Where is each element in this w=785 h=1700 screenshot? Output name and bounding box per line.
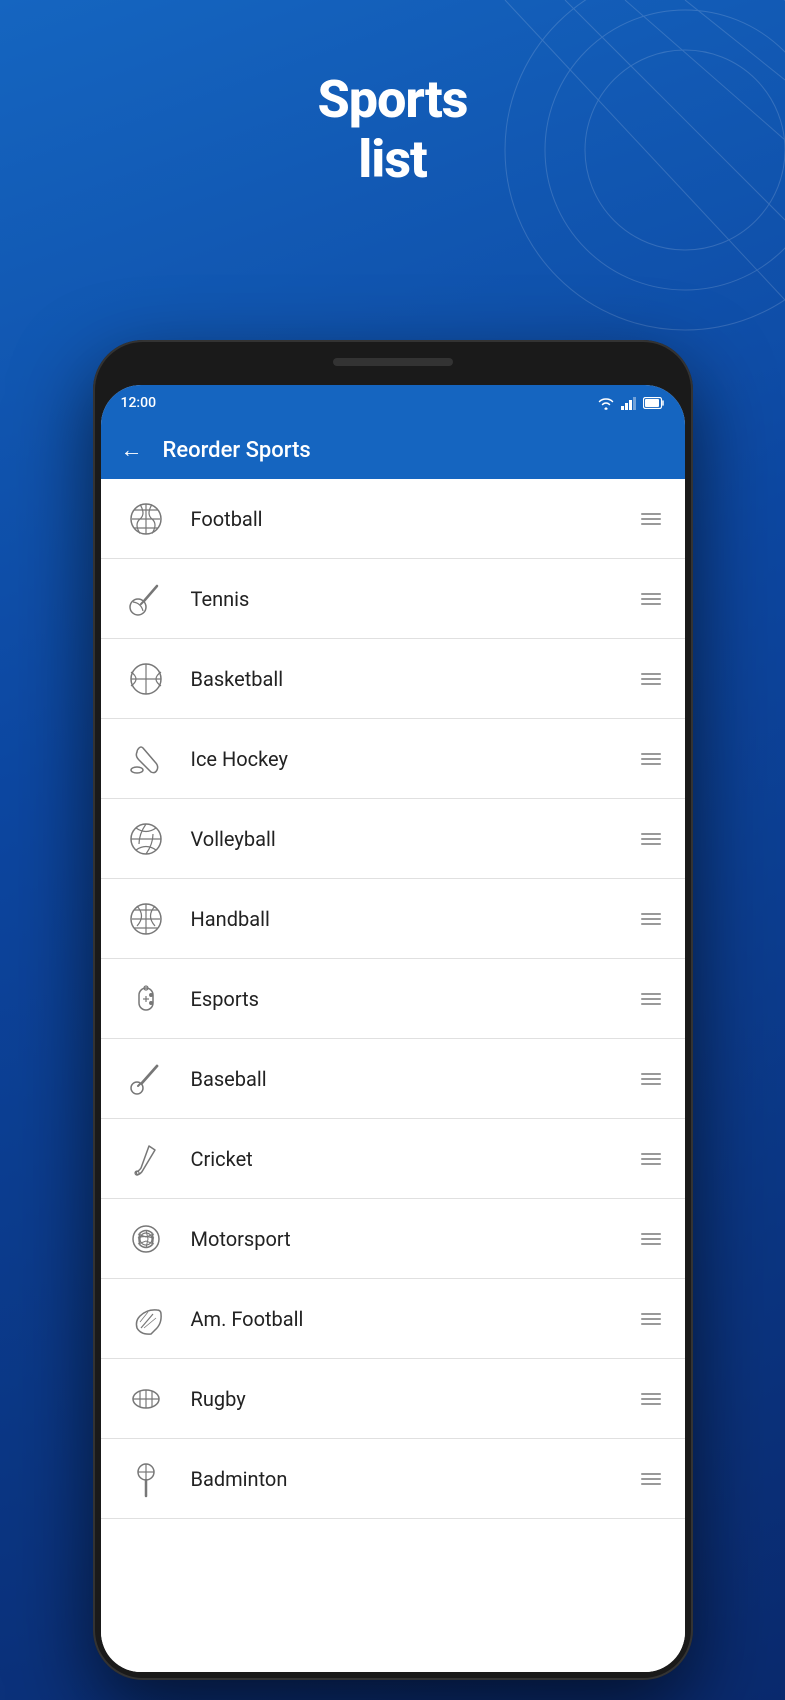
basketball-icon-wrap xyxy=(121,654,171,704)
sport-item-handball[interactable]: Handball xyxy=(101,879,685,959)
ice-hockey-icon-wrap xyxy=(121,734,171,784)
battery-icon xyxy=(643,397,665,409)
cricket-icon xyxy=(127,1140,165,1178)
drag-handle-basketball[interactable] xyxy=(637,669,665,689)
page-title: Sportslist xyxy=(318,70,468,190)
volleyball-icon xyxy=(127,820,165,858)
sport-item-cricket[interactable]: Cricket xyxy=(101,1119,685,1199)
sport-name-volleyball: Volleyball xyxy=(191,827,637,851)
sport-item-esports[interactable]: Esports xyxy=(101,959,685,1039)
drag-handle-volleyball[interactable] xyxy=(637,829,665,849)
sport-name-esports: Esports xyxy=(191,987,637,1011)
sport-name-handball: Handball xyxy=(191,907,637,931)
rugby-icon-wrap xyxy=(121,1374,171,1424)
football-icon xyxy=(127,500,165,538)
cricket-icon-wrap xyxy=(121,1134,171,1184)
motorsport-icon-wrap xyxy=(121,1214,171,1264)
sport-name-ice-hockey: Ice Hockey xyxy=(191,747,637,771)
sport-item-rugby[interactable]: Rugby xyxy=(101,1359,685,1439)
drag-handle-motorsport[interactable] xyxy=(637,1229,665,1249)
sport-item-ice-hockey[interactable]: Ice Hockey xyxy=(101,719,685,799)
volleyball-icon-wrap xyxy=(121,814,171,864)
sport-name-motorsport: Motorsport xyxy=(191,1227,637,1251)
sport-name-badminton: Badminton xyxy=(191,1467,637,1491)
sport-item-basketball[interactable]: Basketball xyxy=(101,639,685,719)
drag-handle-esports[interactable] xyxy=(637,989,665,1009)
tennis-icon xyxy=(127,580,165,618)
ice-hockey-icon xyxy=(127,740,165,778)
badminton-icon xyxy=(127,1460,165,1498)
esports-icon xyxy=(127,980,165,1018)
handball-icon-wrap xyxy=(121,894,171,944)
sport-name-cricket: Cricket xyxy=(191,1147,637,1171)
sport-item-badminton[interactable]: Badminton xyxy=(101,1439,685,1519)
sport-name-rugby: Rugby xyxy=(191,1387,637,1411)
back-button[interactable]: ← xyxy=(121,437,143,463)
drag-handle-tennis[interactable] xyxy=(637,589,665,609)
sport-name-football: Football xyxy=(191,507,637,531)
status-time: 12:00 xyxy=(121,395,157,411)
drag-handle-baseball[interactable] xyxy=(637,1069,665,1089)
phone-speaker xyxy=(333,358,453,366)
status-icons xyxy=(597,396,665,410)
rugby-icon xyxy=(127,1380,165,1418)
sport-item-am-football[interactable]: Am. Football xyxy=(101,1279,685,1359)
sport-name-baseball: Baseball xyxy=(191,1067,637,1091)
drag-handle-handball[interactable] xyxy=(637,909,665,929)
drag-handle-rugby[interactable] xyxy=(637,1389,665,1409)
app-bar: ← Reorder Sports xyxy=(101,421,685,479)
sport-item-baseball[interactable]: Baseball xyxy=(101,1039,685,1119)
sport-item-motorsport[interactable]: Motorsport xyxy=(101,1199,685,1279)
tennis-icon-wrap xyxy=(121,574,171,624)
sport-item-tennis[interactable]: Tennis xyxy=(101,559,685,639)
sport-item-volleyball[interactable]: Volleyball xyxy=(101,799,685,879)
drag-handle-ice-hockey[interactable] xyxy=(637,749,665,769)
basketball-icon xyxy=(127,660,165,698)
handball-icon xyxy=(127,900,165,938)
esports-icon-wrap xyxy=(121,974,171,1024)
signal-icon xyxy=(621,396,637,410)
sports-list: Football Tennis xyxy=(101,479,685,1672)
sport-name-am-football: Am. Football xyxy=(191,1307,637,1331)
status-bar: 12:00 xyxy=(101,385,685,421)
app-bar-title: Reorder Sports xyxy=(163,438,311,463)
drag-handle-badminton[interactable] xyxy=(637,1469,665,1489)
drag-handle-am-football[interactable] xyxy=(637,1309,665,1329)
drag-handle-cricket[interactable] xyxy=(637,1149,665,1169)
sport-name-basketball: Basketball xyxy=(191,667,637,691)
sport-item-football[interactable]: Football xyxy=(101,479,685,559)
am-football-icon xyxy=(127,1300,165,1338)
motorsport-icon xyxy=(127,1220,165,1258)
badminton-icon-wrap xyxy=(121,1454,171,1504)
baseball-icon xyxy=(127,1060,165,1098)
football-icon-wrap xyxy=(121,494,171,544)
wifi-icon xyxy=(597,396,615,410)
baseball-icon-wrap xyxy=(121,1054,171,1104)
phone-screen: 12:00 xyxy=(101,385,685,1672)
am-football-icon-wrap xyxy=(121,1294,171,1344)
phone-frame: 12:00 xyxy=(93,340,693,1680)
drag-handle-football[interactable] xyxy=(637,509,665,529)
sport-name-tennis: Tennis xyxy=(191,587,637,611)
